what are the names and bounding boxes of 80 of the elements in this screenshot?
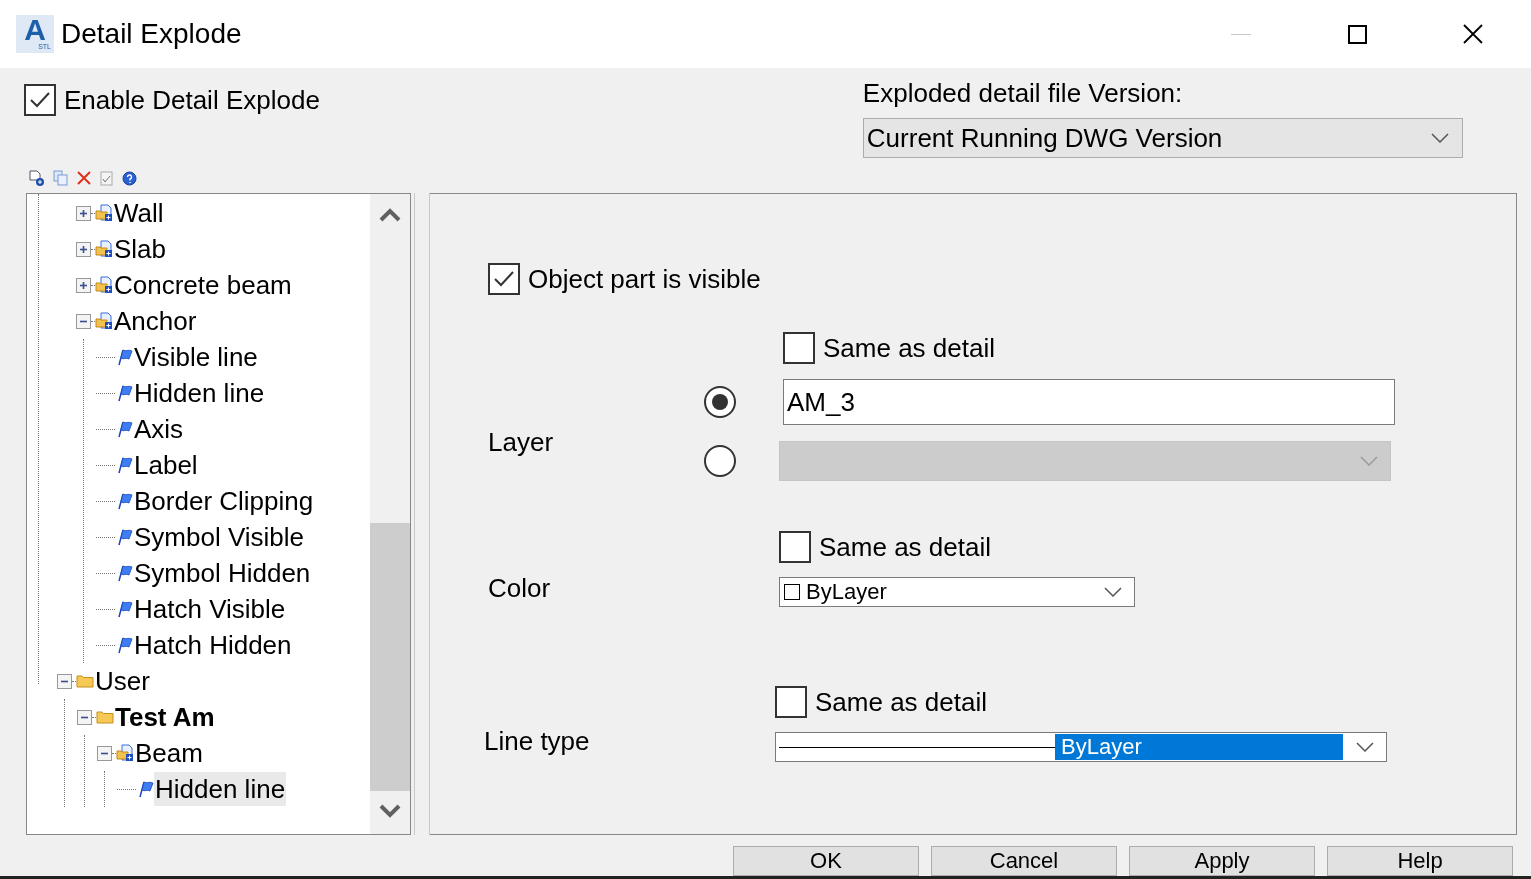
dialog-button[interactable]: Help — [1327, 846, 1513, 876]
radio-button[interactable] — [704, 386, 736, 418]
folder-icon — [96, 710, 114, 724]
chevron-down-icon — [1356, 742, 1374, 752]
dialog-button[interactable]: Apply — [1129, 846, 1315, 876]
checkbox-label: Same as detail — [819, 530, 991, 564]
linetype-label: Line type — [484, 724, 590, 758]
line-sample-icon — [779, 746, 1055, 748]
help-icon[interactable] — [122, 170, 137, 186]
tree-item[interactable]: User — [94, 664, 151, 698]
window-title: Detail Explode — [61, 17, 242, 51]
delete-icon[interactable] — [77, 171, 91, 185]
checkbox-label: Same as detail — [823, 331, 995, 365]
collapse-icon[interactable] — [77, 709, 92, 725]
folder-document-icon — [95, 240, 113, 258]
collapse-icon[interactable] — [97, 745, 112, 761]
scroll-up-icon[interactable] — [379, 208, 401, 222]
layer-label: Layer — [488, 426, 554, 459]
flag-icon — [115, 456, 133, 474]
dialog-button[interactable]: OK — [733, 846, 919, 876]
tree-item[interactable]: Hidden line — [133, 376, 266, 410]
dialog-button[interactable]: Cancel — [931, 846, 1117, 876]
checkbox-label: Same as detail — [815, 685, 987, 719]
chevron-down-icon — [1360, 456, 1378, 466]
tree-item[interactable]: Test Am — [114, 700, 216, 734]
tree-item[interactable]: Axis — [133, 412, 185, 446]
expand-icon[interactable] — [76, 277, 91, 293]
new-document-icon[interactable] — [28, 170, 44, 186]
chevron-down-icon — [1430, 133, 1449, 143]
version-label: Exploded detail file Version: — [862, 78, 1184, 108]
checkbox[interactable] — [24, 84, 56, 116]
flag-icon — [115, 492, 133, 510]
checked-document-icon[interactable] — [100, 170, 113, 186]
checkbox-label: Enable Detail Explode — [64, 83, 320, 117]
tree-item[interactable]: Slab — [113, 232, 168, 266]
close-icon — [1463, 24, 1483, 44]
folder-document-icon — [116, 744, 134, 762]
collapse-icon[interactable] — [57, 673, 72, 689]
tree-item[interactable]: Hatch Visible — [133, 592, 287, 626]
folder-document-icon — [95, 276, 113, 294]
color-swatch — [784, 584, 800, 600]
folder-icon — [76, 674, 94, 688]
flag-icon — [115, 636, 133, 654]
tree-item[interactable]: Anchor — [113, 304, 198, 338]
flag-icon — [115, 348, 133, 366]
flag-icon — [115, 528, 133, 546]
flag-icon — [115, 384, 133, 402]
checkbox[interactable] — [779, 531, 811, 563]
tree-item[interactable]: Beam — [134, 736, 204, 770]
checkbox[interactable] — [775, 686, 807, 718]
color-dropdown[interactable]: ByLayer — [779, 577, 1135, 607]
version-dropdown[interactable]: Current Running DWG Version — [862, 118, 1463, 158]
chevron-down-icon — [1104, 587, 1122, 597]
tree-item[interactable]: Symbol Visible — [133, 520, 306, 554]
scrollbar-thumb[interactable] — [370, 523, 410, 791]
scroll-down-icon[interactable] — [379, 804, 401, 818]
flag-icon — [136, 780, 154, 798]
tree-item[interactable]: Symbol Hidden — [133, 556, 312, 590]
expand-icon[interactable] — [76, 205, 91, 221]
flag-icon — [115, 600, 133, 618]
tree-item[interactable]: Border Clipping — [133, 484, 315, 518]
scrollbar[interactable] — [370, 194, 410, 834]
expand-icon[interactable] — [76, 241, 91, 257]
color-label: Color — [488, 572, 551, 605]
folder-document-icon — [95, 312, 113, 330]
tree-item[interactable]: Label — [133, 448, 199, 482]
layer-input[interactable]: AM_3 — [783, 379, 1395, 425]
tree-item[interactable]: Hatch Hidden — [133, 628, 293, 662]
tree-item[interactable]: Hidden line — [154, 772, 287, 806]
linetype-dropdown[interactable]: ByLayer — [775, 732, 1387, 762]
folder-document-icon — [95, 204, 113, 222]
checkbox[interactable] — [783, 332, 815, 364]
flag-icon — [115, 564, 133, 582]
checkbox-label: Object part is visible — [528, 262, 761, 296]
collapse-icon[interactable] — [76, 313, 91, 329]
flag-icon — [115, 420, 133, 438]
tree-item[interactable]: Wall — [113, 196, 165, 230]
tree-item[interactable]: Visible line — [133, 340, 259, 374]
checkbox[interactable] — [488, 263, 520, 295]
tree-item[interactable]: Concrete beam — [113, 268, 293, 302]
